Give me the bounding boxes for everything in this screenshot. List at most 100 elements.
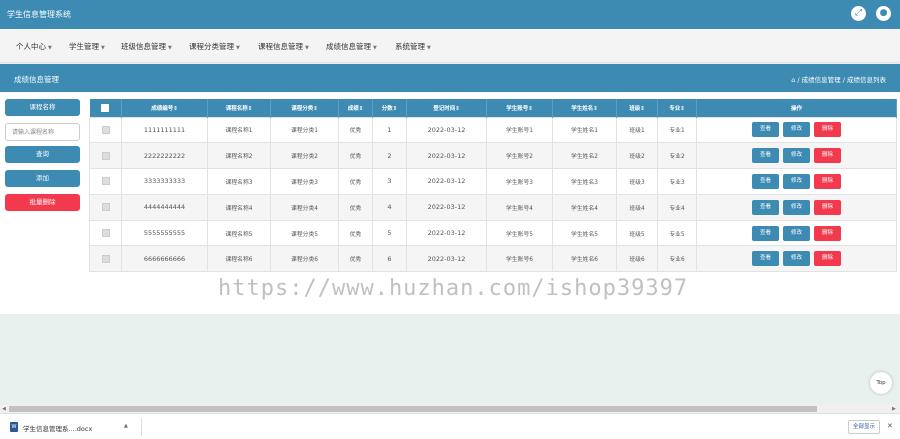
course-name-search-input[interactable] (5, 123, 80, 141)
nav-course-category-mgmt[interactable]: 课程分类管理 ▼ (189, 41, 240, 52)
table-cell: 5555555555 (121, 219, 208, 247)
edit-button[interactable]: 修改 (783, 173, 810, 189)
nav-score-info-mgmt[interactable]: 成绩信息管理 ▼ (326, 41, 377, 52)
table-cell: 2022-03-12 (406, 116, 487, 144)
nav-student-mgmt[interactable]: 学生管理 ▼ (69, 41, 105, 52)
table-cell: 班级2 (616, 142, 658, 170)
delete-button[interactable]: 删除 (814, 225, 841, 241)
table-cell: 专业4 (657, 193, 697, 221)
edit-button[interactable]: 修改 (783, 122, 810, 138)
nav-course-info-mgmt[interactable]: 课程信息管理 ▼ (258, 41, 309, 52)
edit-button[interactable]: 修改 (783, 148, 810, 164)
table-cell: 优秀 (338, 116, 373, 144)
table-cell: 课程分类6 (270, 245, 339, 273)
table-cell: 班级6 (616, 245, 658, 273)
breadcrumb: ⌂ / 成绩信息管理 / 成绩信息列表 (791, 76, 886, 84)
table-row: 2222222222 课程名称2 课程分类2 优秀 2 2022-03-12 学生账号2 学生… (89, 142, 897, 170)
col-header[interactable]: 专业⇕ (657, 99, 697, 117)
chevron-up-icon[interactable]: ▲ (124, 423, 128, 429)
edit-button[interactable]: 修改 (783, 225, 810, 241)
horizontal-scrollbar[interactable]: ◀ ▶ (0, 405, 900, 413)
scroll-right-icon[interactable]: ▶ (892, 405, 896, 413)
download-file-name[interactable]: 学生信息管理系....docx (23, 423, 92, 433)
course-name-label: 课程名称 (5, 99, 80, 116)
chevron-down-icon: ▼ (427, 45, 431, 51)
app-header: 学生信息管理系统 ⤢ ● (0, 0, 900, 29)
sort-icon: ⇕ (528, 105, 533, 112)
table-cell: 专业2 (657, 142, 697, 170)
nav-personal-center[interactable]: 个人中心 ▼ (16, 41, 52, 52)
col-header[interactable]: 成绩编号⇕ (121, 99, 208, 117)
scrollbar-thumb[interactable] (9, 406, 817, 412)
view-button[interactable]: 查看 (752, 173, 779, 189)
back-to-top-button[interactable]: Top (870, 372, 892, 394)
col-header[interactable]: 班级⇕ (616, 99, 658, 117)
delete-button[interactable]: 删除 (814, 251, 841, 267)
home-icon[interactable]: ⌂ (791, 76, 795, 84)
col-header[interactable]: 分数⇕ (372, 99, 407, 117)
add-button[interactable]: 添加 (5, 170, 80, 187)
delete-button[interactable]: 删除 (814, 199, 841, 215)
delete-button[interactable]: 删除 (814, 122, 841, 138)
search-button[interactable]: 查询 (5, 146, 80, 163)
edit-button[interactable]: 修改 (783, 251, 810, 267)
edit-button[interactable]: 修改 (783, 199, 810, 215)
watermark: https://www.huzhan.com/ishop39397 (218, 276, 689, 301)
download-bar: W 学生信息管理系....docx ▲ 全部显示 ✕ (0, 413, 900, 439)
table-cell: 2222222222 (121, 142, 208, 170)
row-checkbox[interactable] (101, 203, 110, 212)
show-all-downloads-button[interactable]: 全部显示 (848, 420, 880, 434)
table-cell: 1111111111 (121, 116, 208, 144)
main-nav: 个人中心 ▼ 学生管理 ▼ 班级信息管理 ▼ 课程分类管理 ▼ 课程信息管理 ▼ 成绩信息… (0, 29, 900, 63)
user-avatar-icon[interactable]: ● (876, 6, 891, 21)
col-header[interactable]: 课程分类⇕ (270, 99, 339, 117)
col-header[interactable]: 登记时间⇕ (406, 99, 487, 117)
table-cell: 2022-03-12 (406, 245, 487, 273)
table-cell: 5 (372, 219, 407, 247)
sort-icon: ⇕ (247, 105, 253, 112)
table-cell: 课程名称2 (207, 142, 271, 170)
table-cell: 课程分类5 (270, 219, 339, 247)
row-checkbox[interactable] (101, 151, 110, 160)
table-cell: 学生账号1 (486, 116, 553, 144)
delete-button[interactable]: 删除 (814, 148, 841, 164)
table-cell: 学生账号6 (486, 245, 553, 273)
delete-button[interactable]: 删除 (814, 173, 841, 189)
breadcrumb-item[interactable]: 成绩信息管理 (802, 76, 841, 84)
section-title: 成绩信息管理 (14, 75, 59, 84)
table-cell: 2 (372, 142, 407, 170)
row-checkbox[interactable] (101, 229, 110, 238)
close-icon[interactable]: ✕ (887, 422, 893, 430)
col-header[interactable]: 学生账号⇕ (486, 99, 553, 117)
row-checkbox[interactable] (101, 177, 110, 186)
view-button[interactable]: 查看 (752, 122, 779, 138)
table-cell: 课程分类1 (270, 116, 339, 144)
select-all-checkbox[interactable] (101, 103, 110, 112)
view-button[interactable]: 查看 (752, 199, 779, 215)
sort-icon: ⇕ (358, 105, 364, 112)
row-actions: 查看 修改 删除 (696, 142, 897, 170)
scroll-left-icon[interactable]: ◀ (2, 405, 6, 413)
nav-system-mgmt[interactable]: 系统管理 ▼ (395, 41, 431, 52)
view-button[interactable]: 查看 (752, 148, 779, 164)
table-cell: 6 (372, 245, 407, 273)
col-header[interactable]: 成绩⇕ (338, 99, 373, 117)
table-cell: 班级4 (616, 193, 658, 221)
table-cell: 专业6 (657, 245, 697, 273)
batch-delete-button[interactable]: 批量删除 (5, 194, 80, 211)
sort-icon: ⇕ (593, 105, 598, 112)
fullscreen-icon[interactable]: ⤢ (851, 6, 866, 21)
chevron-down-icon: ▼ (236, 45, 240, 51)
col-header[interactable]: 课程名称⇕ (207, 99, 271, 117)
view-button[interactable]: 查看 (752, 225, 779, 241)
view-button[interactable]: 查看 (752, 251, 779, 267)
col-header[interactable]: 学生姓名⇕ (552, 99, 617, 117)
sort-icon: ⇕ (313, 105, 318, 112)
row-actions: 查看 修改 删除 (696, 219, 897, 247)
table-cell: 学生姓名6 (552, 245, 617, 273)
app-title: 学生信息管理系统 (7, 10, 71, 19)
nav-class-mgmt[interactable]: 班级信息管理 ▼ (121, 41, 172, 52)
row-checkbox[interactable] (101, 125, 110, 134)
table-cell: 课程分类4 (270, 193, 339, 221)
row-checkbox[interactable] (101, 254, 110, 263)
